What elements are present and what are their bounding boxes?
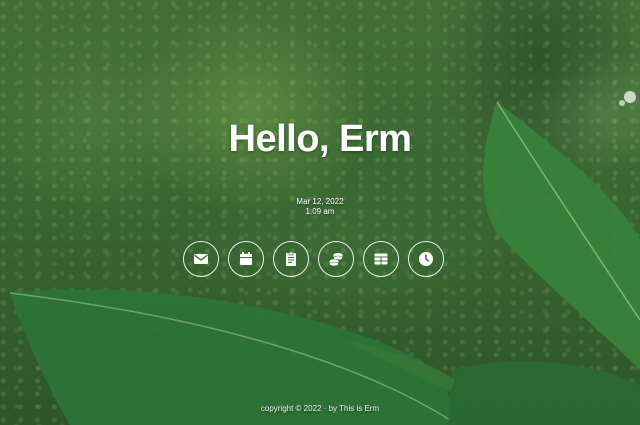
footer-copyright: copyright © 2022 · by This is Erm — [260, 404, 380, 413]
clock-button[interactable] — [408, 241, 444, 277]
mail-icon — [194, 254, 208, 264]
coins-button[interactable] — [318, 241, 354, 277]
calendar-icon — [240, 252, 252, 265]
time-text: 1:09 am — [305, 207, 335, 216]
greeting-heading: Hello, Erm — [228, 118, 412, 160]
table-icon — [374, 253, 388, 265]
datetime-block: Mar 12, 2022 1:09 am — [0, 197, 640, 217]
calendar-button[interactable] — [228, 241, 264, 277]
coins-icon — [329, 253, 343, 267]
clock-icon — [419, 252, 433, 266]
table-button[interactable] — [363, 241, 399, 277]
date-text: Mar 12, 2022 — [296, 197, 344, 206]
clipboard-icon — [286, 251, 296, 266]
clipboard-button[interactable] — [273, 241, 309, 277]
mail-button[interactable] — [183, 241, 219, 277]
quick-links — [183, 241, 444, 277]
